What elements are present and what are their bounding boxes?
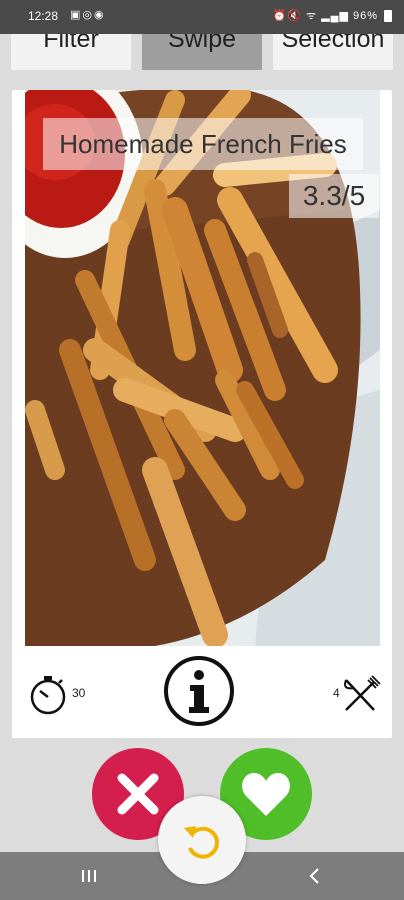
fork-knife-icon xyxy=(344,675,381,711)
status-time: 12:28 xyxy=(28,9,59,23)
info-icon xyxy=(189,670,209,713)
recipe-rating: 3.3/5 xyxy=(289,174,379,218)
cook-time: 30 xyxy=(72,686,86,700)
battery-level: 96% xyxy=(352,10,378,22)
undo-icon xyxy=(184,826,219,859)
recipe-title: Homemade French Fries xyxy=(43,118,363,170)
recipe-card[interactable]: Homemade French Fries 3.3/5 30 4 xyxy=(12,90,392,738)
recipe-photo: Homemade French Fries 3.3/5 xyxy=(25,90,380,646)
recents-icon xyxy=(82,870,96,882)
back-button[interactable] xyxy=(300,864,330,888)
servings-count: 4 xyxy=(333,686,340,700)
close-icon xyxy=(117,773,159,815)
info-button[interactable] xyxy=(164,656,234,726)
status-bar: 12:28 ▣◎◉ ⏰🔇 ᯤ ▂▄▆ 96% xyxy=(0,0,404,34)
notification-icons: ▣◎◉ xyxy=(70,9,106,21)
back-icon xyxy=(309,868,319,884)
battery-icon xyxy=(384,10,392,22)
card-footer: 30 4 xyxy=(12,646,392,738)
recents-button[interactable] xyxy=(74,864,104,888)
heart-icon xyxy=(242,773,290,816)
undo-button[interactable] xyxy=(158,796,246,884)
stopwatch-icon xyxy=(30,676,66,715)
system-icons: ⏰🔇 ᯤ ▂▄▆ 96% xyxy=(272,10,378,22)
